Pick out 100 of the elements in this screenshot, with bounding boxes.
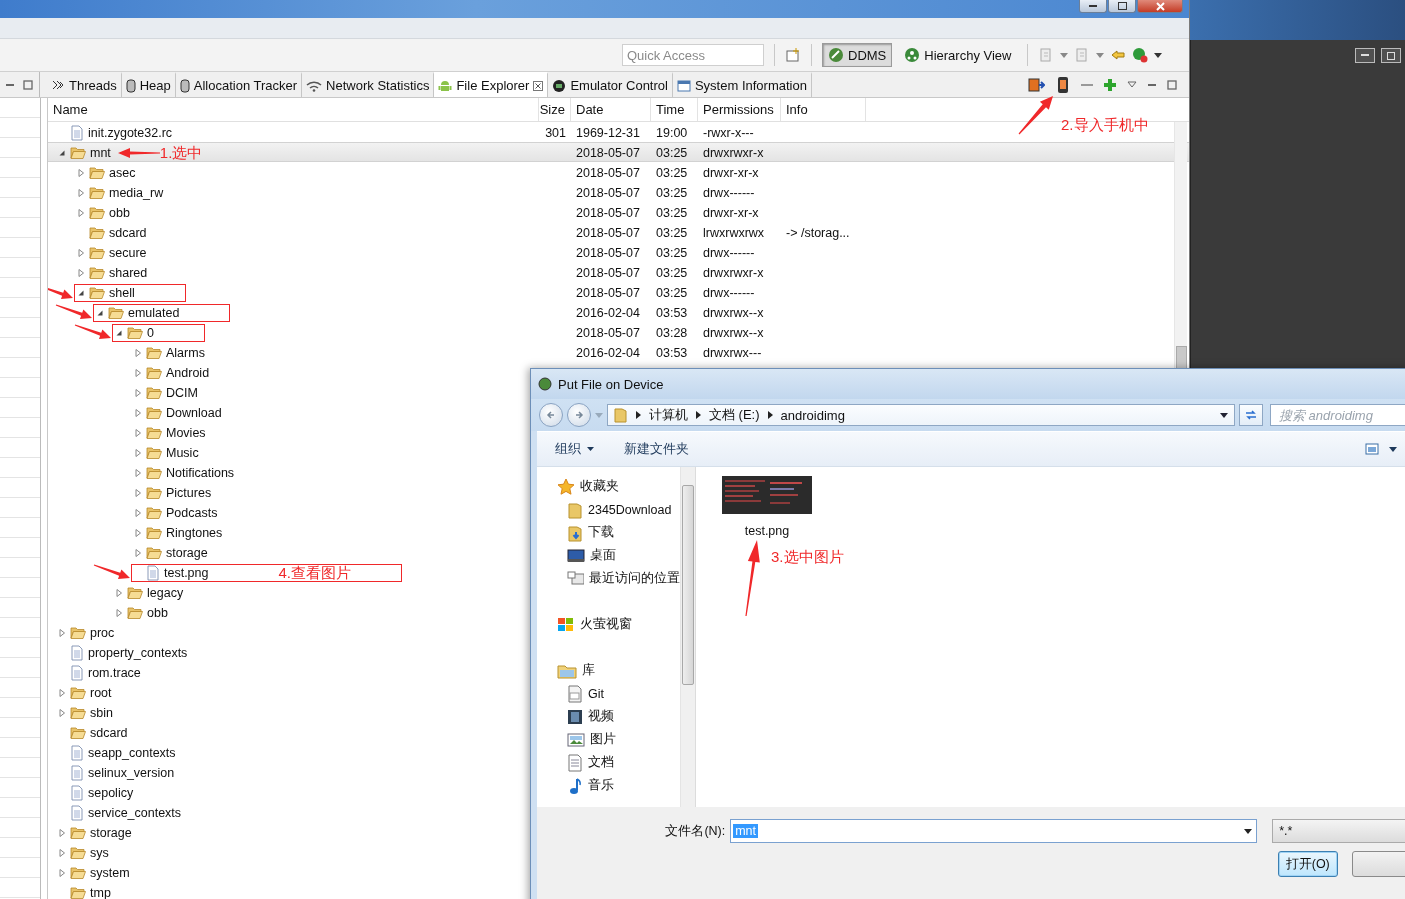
view-menu-icon[interactable] xyxy=(1127,81,1137,88)
refresh-button[interactable] xyxy=(1239,404,1263,426)
plus-icon[interactable] xyxy=(1103,77,1117,92)
maximize-icon[interactable] xyxy=(23,79,33,90)
expand-arrow-icon[interactable] xyxy=(132,367,144,379)
file-row[interactable]: 0 2018-05-07 03:28 drwxrwx--x xyxy=(48,322,880,342)
nav-item[interactable]: 文档 xyxy=(537,751,680,774)
nav-item[interactable]: 库 xyxy=(537,659,680,682)
file-row[interactable]: media_rw 2018-05-07 03:25 drwx------ xyxy=(48,182,880,202)
push-file-icon[interactable] xyxy=(1055,75,1071,94)
ddms-icon xyxy=(828,47,844,63)
close-button[interactable] xyxy=(1137,0,1183,13)
column-header[interactable]: Time xyxy=(651,98,698,121)
back-arrow-icon[interactable] xyxy=(1110,47,1127,63)
expand-arrow-icon[interactable] xyxy=(132,447,144,459)
breadcrumb[interactable]: androidimg xyxy=(780,407,845,423)
perspective-button[interactable]: DDMS xyxy=(822,43,893,67)
expand-arrow-icon[interactable] xyxy=(75,267,87,279)
expand-arrow-icon[interactable] xyxy=(132,487,144,499)
expand-arrow-icon[interactable] xyxy=(132,427,144,439)
file-row[interactable]: sys xyxy=(48,842,880,862)
nav-item[interactable]: 下载 xyxy=(537,521,680,544)
expand-arrow-icon[interactable] xyxy=(113,587,125,599)
table-cell-text: 03:25 xyxy=(655,186,689,200)
column-header[interactable]: Info xyxy=(781,98,866,121)
expand-arrow-icon[interactable] xyxy=(56,687,68,699)
breadcrumb[interactable]: 计算机 xyxy=(649,406,688,424)
dialog-button[interactable] xyxy=(1351,851,1405,877)
file-row[interactable]: shared 2018-05-07 03:25 drwxrwxr-x xyxy=(48,262,880,282)
expand-arrow-icon[interactable] xyxy=(132,467,144,479)
file-row[interactable]: asec 2018-05-07 03:25 drwxr-xr-x xyxy=(48,162,880,182)
column-header[interactable]: Name xyxy=(48,98,539,121)
maximize-button[interactable] xyxy=(1108,0,1136,13)
back-button[interactable] xyxy=(539,403,563,427)
file-row[interactable]: service_contexts xyxy=(48,802,880,822)
scrollbar[interactable] xyxy=(680,467,696,807)
breadcrumb[interactable]: 文档 (E:) xyxy=(709,406,760,424)
caret-icon[interactable] xyxy=(1154,52,1163,58)
nav-item[interactable]: 2345Download xyxy=(537,498,680,521)
command-button[interactable]: 新建文件夹 xyxy=(624,440,689,458)
expand-arrow-icon[interactable] xyxy=(56,847,68,859)
close-icon[interactable] xyxy=(533,80,544,91)
file-row[interactable]: obb 2018-05-07 03:25 drwxr-xr-x xyxy=(48,202,880,222)
forward-button[interactable] xyxy=(567,403,591,427)
minimize-button[interactable] xyxy=(1355,48,1375,63)
expand-arrow-icon[interactable] xyxy=(113,607,125,619)
expand-arrow-icon[interactable] xyxy=(56,627,68,639)
open-perspective-icon[interactable] xyxy=(785,47,801,63)
column-header[interactable]: Date xyxy=(571,98,651,121)
open-button[interactable]: 打开(O) xyxy=(1278,851,1338,877)
maximize-icon[interactable] xyxy=(1167,79,1177,90)
file-row[interactable]: secure 2018-05-07 03:25 drwx------ xyxy=(48,242,880,262)
expand-arrow-icon[interactable] xyxy=(132,547,144,559)
expand-arrow-icon[interactable] xyxy=(56,827,68,839)
quick-access-field[interactable]: Quick Access xyxy=(622,44,764,66)
maximize-button[interactable] xyxy=(1381,48,1401,63)
expand-arrow-icon[interactable] xyxy=(56,707,68,719)
nav-item[interactable]: 火萤视窗 xyxy=(537,613,680,636)
expand-arrow-icon[interactable] xyxy=(132,507,144,519)
file-row[interactable]: init.zygote32.rc 301 1969-12-31 19:00 -rwxr-x--- xyxy=(48,122,880,142)
file-row[interactable]: sdcard 2018-05-07 03:25 lrwxrwxrwx -> /storag... xyxy=(48,222,880,242)
caret-icon[interactable] xyxy=(1220,412,1228,418)
expand-arrow-icon[interactable] xyxy=(132,387,144,399)
nav-item[interactable]: 图片 xyxy=(537,728,680,751)
pull-file-icon[interactable] xyxy=(1027,76,1045,93)
nav-item[interactable]: 最近访问的位置 xyxy=(537,567,680,590)
caret-icon[interactable] xyxy=(1389,446,1397,452)
file-row[interactable]: Alarms 2016-02-04 03:53 drwxrwx--- xyxy=(48,342,880,362)
column-header[interactable]: Permissions xyxy=(698,98,781,121)
file-row[interactable]: tmp xyxy=(48,882,880,899)
address-bar[interactable]: 计算机 文档 (E:) androidimg xyxy=(607,404,1235,426)
file-row[interactable]: shell 2018-05-07 03:25 drwx------ xyxy=(48,282,880,302)
perspective-button[interactable]: Hierarchy View xyxy=(898,43,1018,67)
caret-icon[interactable] xyxy=(1244,828,1253,834)
view-icon[interactable] xyxy=(1365,443,1379,455)
file-row[interactable]: system xyxy=(48,862,880,882)
expand-arrow-icon[interactable] xyxy=(75,187,87,199)
expand-arrow-icon[interactable] xyxy=(56,867,68,879)
minimize-button[interactable] xyxy=(1079,0,1107,13)
expand-arrow-icon[interactable] xyxy=(75,167,87,179)
command-button[interactable]: 组织 xyxy=(555,440,594,458)
view-tab[interactable]: File Explorer xyxy=(434,72,549,97)
file-name: test.png xyxy=(164,566,209,580)
expand-arrow-icon[interactable] xyxy=(132,347,144,359)
expand-arrow-icon[interactable] xyxy=(132,527,144,539)
debug-icon[interactable] xyxy=(1132,47,1149,63)
nav-item[interactable]: 收藏夹 xyxy=(537,475,680,498)
search-field[interactable]: 搜索 androidimg xyxy=(1270,404,1405,426)
nav-item[interactable]: Git xyxy=(537,682,680,705)
column-header[interactable]: Size xyxy=(539,98,571,121)
nav-item[interactable]: 桌面 xyxy=(537,544,680,567)
expand-arrow-icon[interactable] xyxy=(132,407,144,419)
file-type-dropdown[interactable]: *.* xyxy=(1272,819,1405,843)
file-row[interactable]: emulated 2016-02-04 03:53 drwxrwx--x xyxy=(48,302,880,322)
nav-item[interactable]: 音乐 xyxy=(537,774,680,797)
expand-arrow-icon[interactable] xyxy=(75,207,87,219)
file-row[interactable]: property_contexts xyxy=(48,642,880,662)
file-row[interactable]: mnt 1.选中 2018-05-07 03:25 drwxrwxr-x xyxy=(48,142,1189,162)
expand-arrow-icon[interactable] xyxy=(75,247,87,259)
nav-item[interactable]: 视频 xyxy=(537,705,680,728)
